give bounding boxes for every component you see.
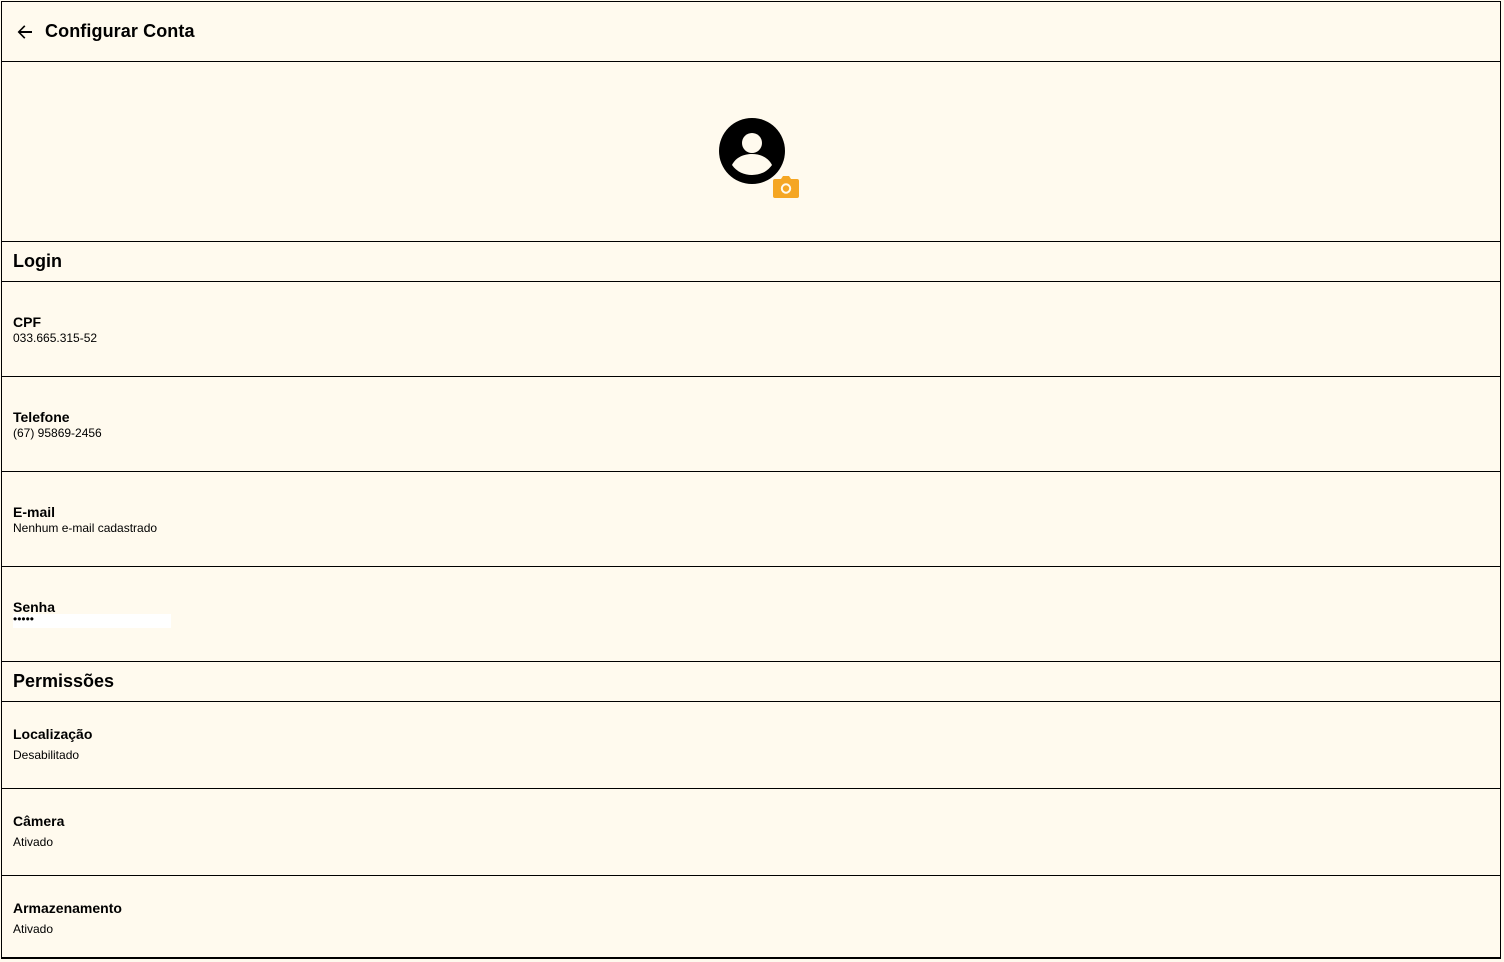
- armazenamento-label: Armazenamento: [13, 900, 122, 916]
- localizacao-label: Localização: [13, 726, 93, 742]
- section-header-login: Login: [2, 242, 1500, 282]
- arrow-left-icon: [17, 24, 32, 39]
- section-header-permissoes: Permissões: [2, 662, 1500, 702]
- email-value: Nenhum e-mail cadastrado: [13, 521, 158, 535]
- profile-photo-area: [2, 62, 1500, 242]
- page-title: Configurar Conta: [45, 21, 195, 41]
- camera-permission-row[interactable]: Câmera Ativado: [2, 789, 1500, 876]
- localizacao-value: Desabilitado: [13, 748, 80, 762]
- email-row[interactable]: E-mail Nenhum e-mail cadastrado: [2, 472, 1500, 567]
- senha-row[interactable]: Senha •••••: [2, 567, 1500, 662]
- telefone-label: Telefone: [13, 409, 70, 425]
- cpf-row[interactable]: CPF 033.665.315-52: [2, 282, 1500, 377]
- senha-value: •••••: [13, 613, 171, 628]
- back-button[interactable]: [14, 21, 36, 43]
- telefone-value: (67) 95869-2456: [13, 426, 102, 440]
- camera-icon[interactable]: [772, 174, 800, 200]
- cpf-label: CPF: [13, 314, 41, 330]
- camera-permission-label: Câmera: [13, 813, 65, 829]
- localizacao-row[interactable]: Localização Desabilitado: [2, 702, 1500, 789]
- email-label: E-mail: [13, 504, 56, 520]
- cpf-value: 033.665.315-52: [13, 331, 98, 345]
- camera-permission-value: Ativado: [13, 835, 54, 849]
- app-bar: Configurar Conta: [2, 2, 1500, 62]
- telefone-row[interactable]: Telefone (67) 95869-2456: [2, 377, 1500, 472]
- settings-screen: Configurar Conta Login CPF 033.665.315-5…: [1, 1, 1501, 959]
- armazenamento-row[interactable]: Armazenamento Ativado: [2, 876, 1500, 957]
- armazenamento-value: Ativado: [13, 922, 54, 936]
